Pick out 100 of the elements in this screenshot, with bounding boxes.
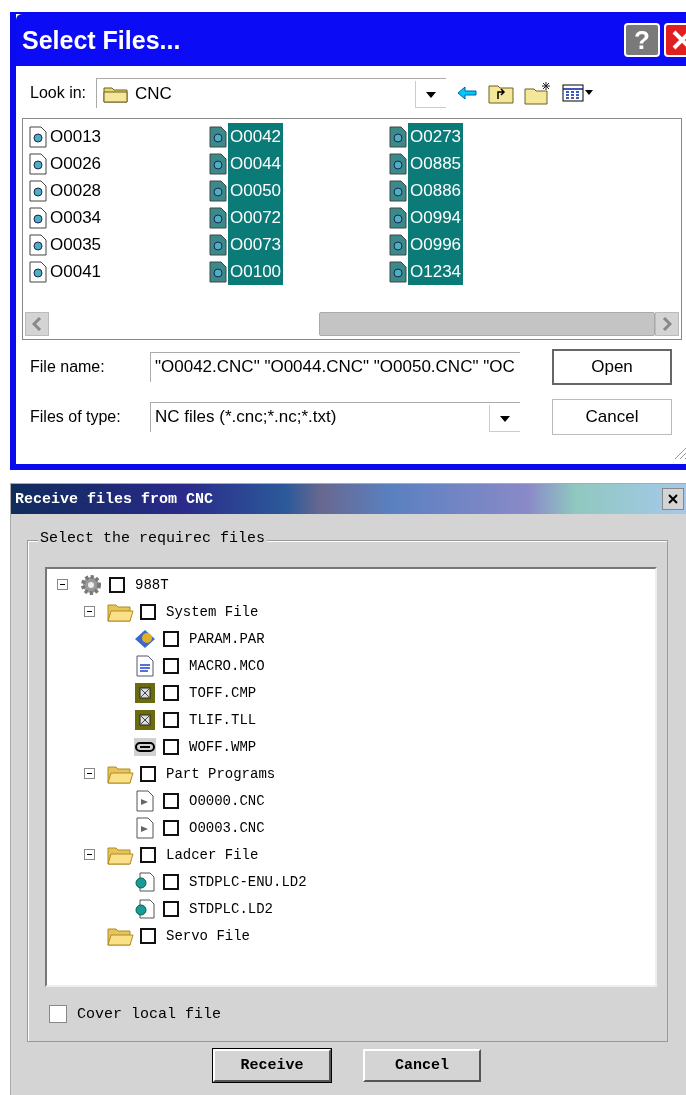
file-item[interactable]: O0050	[228, 177, 284, 204]
tree-item-label[interactable]: TOFF.CMP	[189, 684, 257, 701]
close-button[interactable]	[662, 488, 684, 510]
checkbox[interactable]	[163, 900, 179, 917]
checkbox-label: Cover local file	[77, 1005, 222, 1023]
tree-item-label[interactable]: Part Programs	[166, 765, 276, 782]
checkbox[interactable]	[140, 927, 156, 944]
file-item[interactable]: O0996	[408, 231, 464, 258]
file-item[interactable]: O0994	[408, 204, 464, 231]
tree-item-label[interactable]: WOFF.WMP	[189, 738, 257, 755]
checkbox[interactable]	[163, 873, 179, 890]
file-name-label: File name:	[29, 358, 106, 376]
collapse-toggle[interactable]	[57, 579, 68, 590]
checkbox[interactable]	[163, 657, 179, 674]
chain-icon	[133, 735, 157, 758]
file-icon	[209, 179, 227, 202]
receive-button[interactable]: Receive	[213, 1049, 331, 1082]
file-icon	[389, 179, 407, 202]
back-arrow-icon[interactable]	[456, 84, 479, 102]
tree-item-label[interactable]: O0003.CNC	[189, 819, 265, 836]
file-item[interactable]: O0044	[228, 150, 284, 177]
tree-item-label[interactable]: PARAM.PAR	[189, 630, 265, 647]
file-item[interactable]: O0886	[408, 177, 464, 204]
file-icon	[29, 125, 47, 148]
collapse-toggle[interactable]	[84, 606, 95, 617]
tree-item-label[interactable]: O0000.CNC	[189, 792, 265, 809]
checkbox[interactable]	[163, 711, 179, 728]
file-icon	[29, 179, 47, 202]
file-item[interactable]: O0034	[48, 204, 104, 231]
file-item[interactable]: O0273	[408, 123, 464, 150]
file-item[interactable]: O0028	[48, 177, 104, 204]
caret-icon	[489, 405, 520, 432]
tree-item-label[interactable]: TLIF.TLL	[189, 711, 257, 728]
file-icon	[389, 125, 407, 148]
file-item[interactable]: O1234	[408, 258, 464, 285]
checkbox[interactable]	[140, 603, 156, 620]
collapse-toggle[interactable]	[84, 768, 95, 779]
cancel-button[interactable]: Cancel	[363, 1049, 481, 1082]
file-item[interactable]: O0073	[228, 231, 284, 258]
file-item[interactable]: O0042	[228, 123, 284, 150]
checkbox[interactable]	[140, 765, 156, 782]
tree-item-label[interactable]: STDPLC-ENU.LD2	[189, 873, 307, 890]
tree-item-label[interactable]: MACRO.MCO	[189, 657, 265, 674]
cancel-button[interactable]: Cancel	[552, 399, 672, 435]
file-icon	[389, 260, 407, 283]
checkbox[interactable]	[163, 792, 179, 809]
scrollbar-thumb[interactable]	[319, 312, 655, 336]
collapse-toggle[interactable]	[84, 849, 95, 860]
file-icon	[389, 233, 407, 256]
tool-file-icon	[133, 681, 157, 704]
document-icon	[133, 789, 157, 812]
tree-item-label[interactable]: STDPLC.LD2	[189, 900, 273, 917]
file-type-label: Files of type:	[29, 408, 122, 426]
macro-file-icon	[133, 654, 157, 677]
tree-item-label[interactable]: Ladcer File	[166, 846, 259, 863]
file-type-dropdown[interactable]: NC files (*.cnc;*.nc;*.txt)	[150, 402, 520, 432]
ladder-file-icon	[133, 897, 157, 920]
tree-item-label[interactable]: 988T	[135, 576, 169, 593]
tool-file-icon	[133, 708, 157, 731]
diamond-icon	[133, 627, 157, 650]
tree-item-label[interactable]: System File	[166, 603, 259, 620]
look-in-label: Look in:	[30, 84, 87, 102]
tree-item-label[interactable]: Servo File	[166, 927, 250, 944]
right-chevron-icon	[662, 317, 672, 331]
folder-up-icon[interactable]	[488, 82, 515, 104]
checkbox[interactable]	[163, 684, 179, 701]
file-item[interactable]: O0026	[48, 150, 104, 177]
checkbox[interactable]	[109, 576, 125, 593]
file-icon	[209, 233, 227, 256]
file-item[interactable]: O0041	[48, 258, 104, 285]
horizontal-scrollbar[interactable]	[23, 311, 681, 339]
file-item[interactable]: O0013	[48, 123, 104, 150]
file-icon	[209, 260, 227, 283]
document-icon	[133, 816, 157, 839]
window-title: Receive files from CNC	[15, 490, 215, 508]
open-button[interactable]: Open	[552, 349, 672, 385]
file-icon	[29, 233, 47, 256]
checkbox[interactable]	[163, 738, 179, 755]
file-icon	[209, 206, 227, 229]
file-item[interactable]: O0885	[408, 150, 464, 177]
look-in-dropdown[interactable]: CNC	[96, 78, 447, 108]
ladder-file-icon	[133, 870, 157, 893]
file-item[interactable]: O0100	[228, 258, 284, 285]
file-item[interactable]: O0035	[48, 231, 104, 258]
new-folder-icon[interactable]	[524, 81, 553, 105]
checkbox[interactable]	[49, 1005, 67, 1023]
file-icon	[389, 152, 407, 175]
close-icon	[667, 493, 679, 505]
file-icon	[29, 206, 47, 229]
checkbox[interactable]	[140, 846, 156, 863]
file-icon	[389, 206, 407, 229]
help-button[interactable]: ?	[624, 23, 660, 57]
file-name-field[interactable]: "O0042.CNC" "O0044.CNC" "O0050.CNC" "OC	[150, 352, 520, 382]
file-icon	[209, 125, 227, 148]
file-item[interactable]: O0072	[228, 204, 284, 231]
checkbox[interactable]	[163, 819, 179, 836]
file-icon	[209, 152, 227, 175]
view-menu-icon[interactable]	[562, 83, 595, 103]
checkbox[interactable]	[163, 630, 179, 647]
caret-icon	[415, 81, 447, 108]
